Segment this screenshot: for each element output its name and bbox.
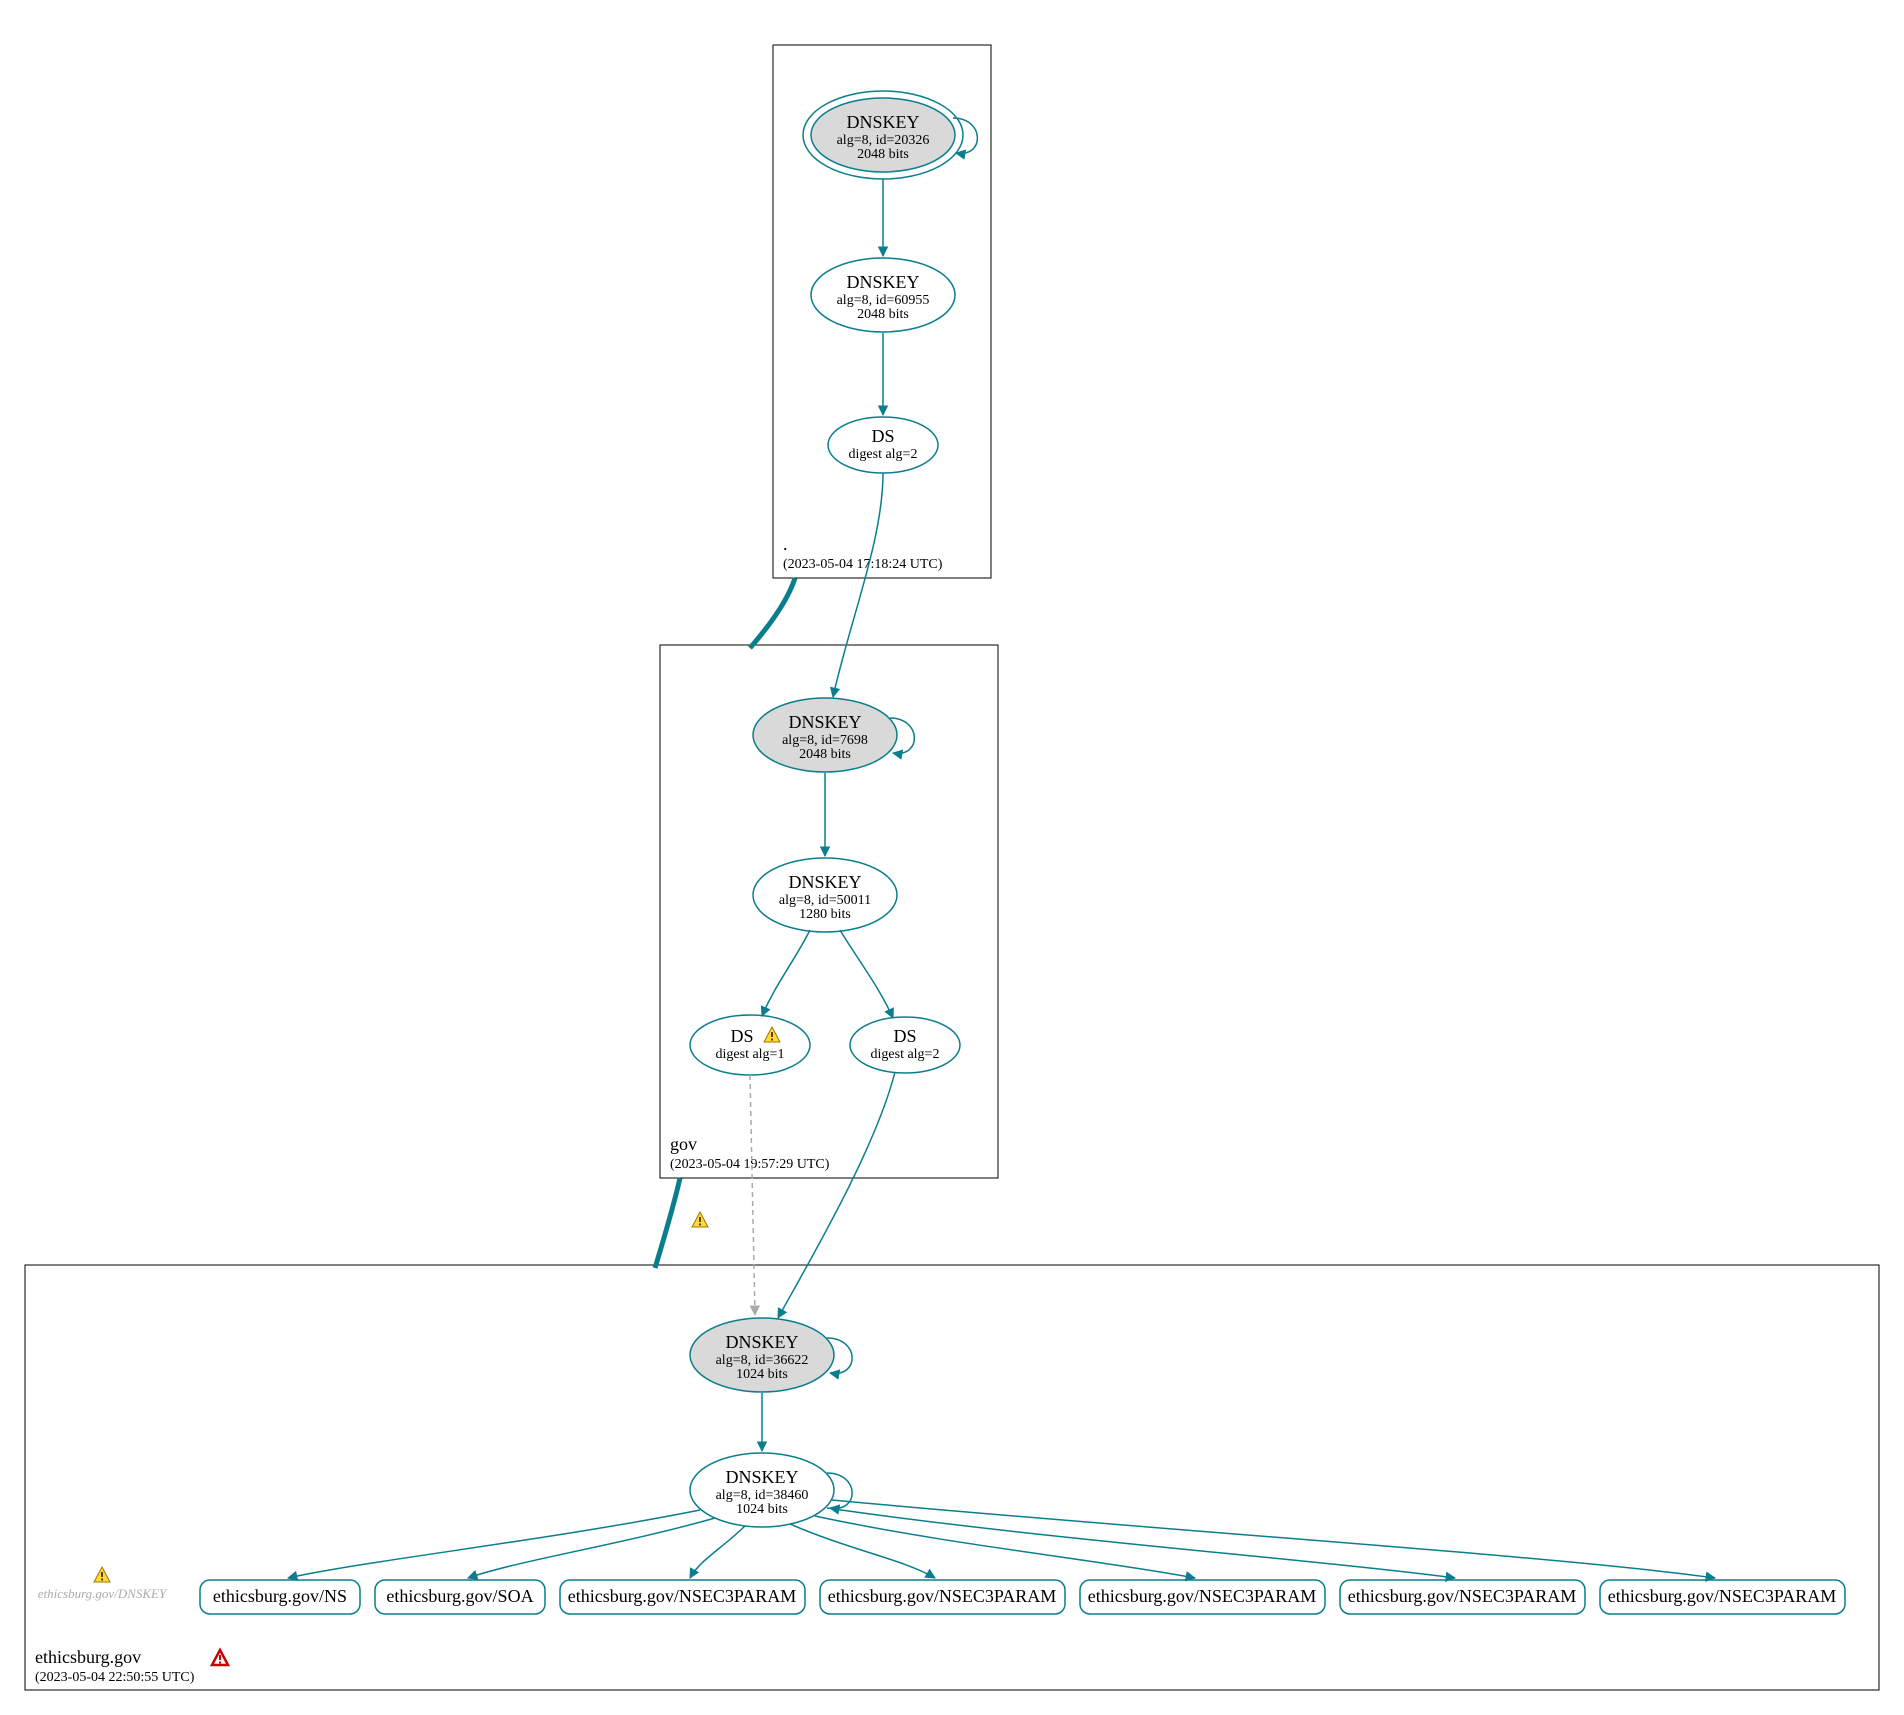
svg-text:DNSKEY: DNSKEY	[788, 712, 861, 732]
rrset-ns[interactable]: ethicsburg.gov/NS	[200, 1580, 360, 1614]
svg-text:alg=8, id=7698: alg=8, id=7698	[782, 733, 868, 748]
rrset-soa[interactable]: ethicsburg.gov/SOA	[375, 1580, 545, 1614]
svg-text:digest alg=1: digest alg=1	[716, 1047, 785, 1062]
rrset-nsec3param-3[interactable]: ethicsburg.gov/NSEC3PARAM	[1080, 1580, 1325, 1614]
svg-text:digest alg=2: digest alg=2	[871, 1047, 940, 1062]
svg-text:DNSKEY: DNSKEY	[788, 872, 861, 892]
zone-gov-name: gov	[670, 1134, 697, 1154]
svg-text:ethicsburg.gov/NSEC3PARAM: ethicsburg.gov/NSEC3PARAM	[568, 1586, 797, 1606]
svg-text:ethicsburg.gov/NSEC3PARAM: ethicsburg.gov/NSEC3PARAM	[1348, 1586, 1577, 1606]
zone-root-timestamp: (2023-05-04 17:18:24 UTC)	[783, 557, 943, 572]
svg-text:1024 bits: 1024 bits	[736, 1367, 788, 1382]
svg-text:DNSKEY: DNSKEY	[846, 112, 919, 132]
edge-zsk-n3-4	[827, 1508, 1455, 1578]
node-gov-zsk[interactable]: DNSKEY alg=8, id=50011 1280 bits	[753, 858, 897, 932]
edge-ds2-eth-ksk	[778, 1072, 895, 1318]
svg-text:1024 bits: 1024 bits	[736, 1502, 788, 1517]
svg-text:ethicsburg.gov/NS: ethicsburg.gov/NS	[213, 1586, 347, 1606]
edge-zsk-n3-2	[790, 1524, 935, 1578]
svg-text:(2023-05-04 19:57:29 UTC): (2023-05-04 19:57:29 UTC)	[670, 1157, 830, 1172]
zone-ethicsburg-name: ethicsburg.gov	[35, 1647, 141, 1667]
error-icon	[212, 1650, 228, 1665]
svg-text:DNSKEY: DNSKEY	[725, 1332, 798, 1352]
rrset-nsec3param-2[interactable]: ethicsburg.gov/NSEC3PARAM	[820, 1580, 1065, 1614]
node-gov-ksk[interactable]: DNSKEY alg=8, id=7698 2048 bits	[753, 698, 897, 772]
node-root-ds[interactable]: DS digest alg=2	[828, 417, 938, 473]
edge-zsk-ns	[288, 1510, 700, 1578]
edge-zsk-n3-5	[832, 1500, 1715, 1578]
rrset-nsec3param-4[interactable]: ethicsburg.gov/NSEC3PARAM	[1340, 1580, 1585, 1614]
svg-text:DNSKEY: DNSKEY	[846, 272, 919, 292]
node-root-ksk[interactable]: DNSKEY alg=8, id=20326 2048 bits	[803, 91, 963, 179]
edge-self-root-ksk	[953, 118, 977, 153]
svg-text:DS: DS	[871, 426, 894, 446]
edge-delegation-gov-ethicsburg	[655, 1178, 680, 1268]
svg-text:digest alg=2: digest alg=2	[849, 447, 918, 462]
svg-text:alg=8, id=60955: alg=8, id=60955	[837, 293, 930, 308]
svg-text:DS: DS	[730, 1026, 753, 1046]
svg-text:1280 bits: 1280 bits	[799, 907, 851, 922]
zone-root-name: .	[783, 534, 788, 554]
svg-text:ethicsburg.gov/NSEC3PARAM: ethicsburg.gov/NSEC3PARAM	[828, 1586, 1057, 1606]
rrset-nsec3param-5[interactable]: ethicsburg.gov/NSEC3PARAM	[1600, 1580, 1845, 1614]
edge-root-ds-gov-ksk	[833, 473, 883, 697]
svg-text:(2023-05-04 22:50:55 UTC): (2023-05-04 22:50:55 UTC)	[35, 1670, 195, 1685]
edge-delegation-root-gov	[750, 578, 795, 648]
node-eth-ksk[interactable]: DNSKEY alg=8, id=36622 1024 bits	[690, 1318, 834, 1392]
svg-text:alg=8, id=36622: alg=8, id=36622	[716, 1353, 809, 1368]
edge-zsk-n3-3	[815, 1516, 1195, 1578]
edge-gov-zsk-ds1	[762, 930, 810, 1016]
warning-icon	[692, 1212, 708, 1227]
svg-text:alg=8, id=20326: alg=8, id=20326	[837, 133, 930, 148]
svg-text:2048 bits: 2048 bits	[857, 147, 909, 162]
edge-zsk-n3-1	[690, 1526, 745, 1578]
svg-text:alg=8, id=50011: alg=8, id=50011	[779, 893, 871, 908]
missing-dnskey-label: ethicsburg.gov/DNSKEY	[38, 1567, 168, 1601]
zone-ethicsburg: ethicsburg.gov (2023-05-04 22:50:55 UTC)	[25, 1265, 1879, 1690]
node-eth-zsk[interactable]: DNSKEY alg=8, id=38460 1024 bits	[690, 1453, 834, 1527]
svg-text:ethicsburg.gov/NSEC3PARAM: ethicsburg.gov/NSEC3PARAM	[1608, 1586, 1837, 1606]
svg-text:2048 bits: 2048 bits	[799, 747, 851, 762]
svg-text:ethicsburg.gov/NSEC3PARAM: ethicsburg.gov/NSEC3PARAM	[1088, 1586, 1317, 1606]
svg-text:DS: DS	[893, 1026, 916, 1046]
edge-gov-zsk-ds2	[840, 930, 893, 1018]
node-root-zsk[interactable]: DNSKEY alg=8, id=60955 2048 bits	[811, 258, 955, 332]
node-gov-ds1[interactable]: DS digest alg=1	[690, 1015, 810, 1075]
svg-text:ethicsburg.gov/SOA: ethicsburg.gov/SOA	[386, 1586, 533, 1606]
rrset-nsec3param-1[interactable]: ethicsburg.gov/NSEC3PARAM	[560, 1580, 805, 1614]
edge-zsk-soa	[468, 1518, 715, 1578]
svg-text:2048 bits: 2048 bits	[857, 307, 909, 322]
node-gov-ds2[interactable]: DS digest alg=2	[850, 1017, 960, 1073]
warning-icon	[94, 1567, 110, 1582]
svg-text:ethicsburg.gov/DNSKEY: ethicsburg.gov/DNSKEY	[38, 1586, 168, 1601]
edge-ds1-eth-ksk-dashed	[750, 1075, 755, 1315]
svg-text:alg=8, id=38460: alg=8, id=38460	[716, 1488, 809, 1503]
svg-text:DNSKEY: DNSKEY	[725, 1467, 798, 1487]
